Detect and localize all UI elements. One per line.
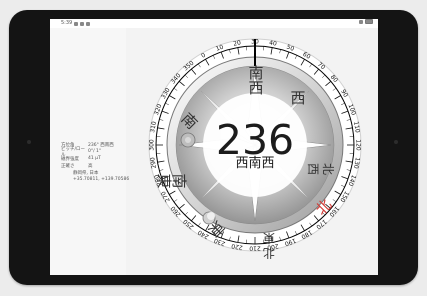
info-value: 0°/ 1° [88,149,102,154]
signal-icon [359,19,363,24]
info-row: 正確さ 高 [61,162,135,169]
status-time: 5:39 [61,20,73,26]
direction-southwest: 南西 [248,64,264,97]
device-background: 5:39 方位角 236° 西南西 ピッチ/ロール 0°/ 1° 磁界強度 41… [0,0,427,296]
location-name: 静岡県, 日本 [73,171,99,176]
location-icon [86,21,91,26]
info-value: 高 [88,163,93,169]
info-value: 236° 西南西 [88,142,114,148]
info-panel: 方位角 236° 西南西 ピッチ/ロール 0°/ 1° 磁界強度 41 µT 正… [61,141,135,183]
compass-screen: 5:39 方位角 236° 西南西 ピッチ/ロール 0°/ 1° 磁界強度 41… [50,19,378,275]
direction-northeast: 北東 [263,231,276,260]
info-row: ピッチ/ロール 0°/ 1° [61,147,135,158]
compass-rose: 330 340 350 0 10 20 30 40 50 60 70 80 90 100 110 120 130… [146,36,364,260]
degree-label: 300 [149,139,156,151]
right-sensor [394,140,398,144]
degree-label: 210 [249,245,261,252]
degree-label: 40 [269,39,278,47]
degree-label: 20 [233,39,242,47]
direction-west: 西 [290,89,306,107]
direction-southeast: 南東 [155,173,188,189]
info-value: 41 µT [88,156,101,161]
info-label: 磁界強度 [61,156,79,162]
heading-readout: 236 西南西 [204,116,306,171]
sun-icon [180,132,196,148]
tablet-frame: 5:39 方位角 236° 西南西 ピッチ/ロール 0°/ 1° 磁界強度 41… [9,10,418,285]
degree-label: 30 [251,39,259,46]
battery-icon [365,19,373,24]
direction-northwest: 北西 [306,162,335,175]
coordinates-text: +35.70811, +139.70586 [73,177,130,182]
heading-degrees: 236 [215,116,295,164]
download-icon [80,21,85,26]
info-label: 正確さ [61,163,75,169]
degree-label: 120 [355,139,362,151]
notification-icon [74,21,79,26]
status-bar: 5:39 [50,19,378,28]
info-row: 磁界強度 41 µT [61,155,135,162]
status-right [359,19,373,24]
status-left: 5:39 [61,19,91,28]
front-camera [27,140,31,144]
